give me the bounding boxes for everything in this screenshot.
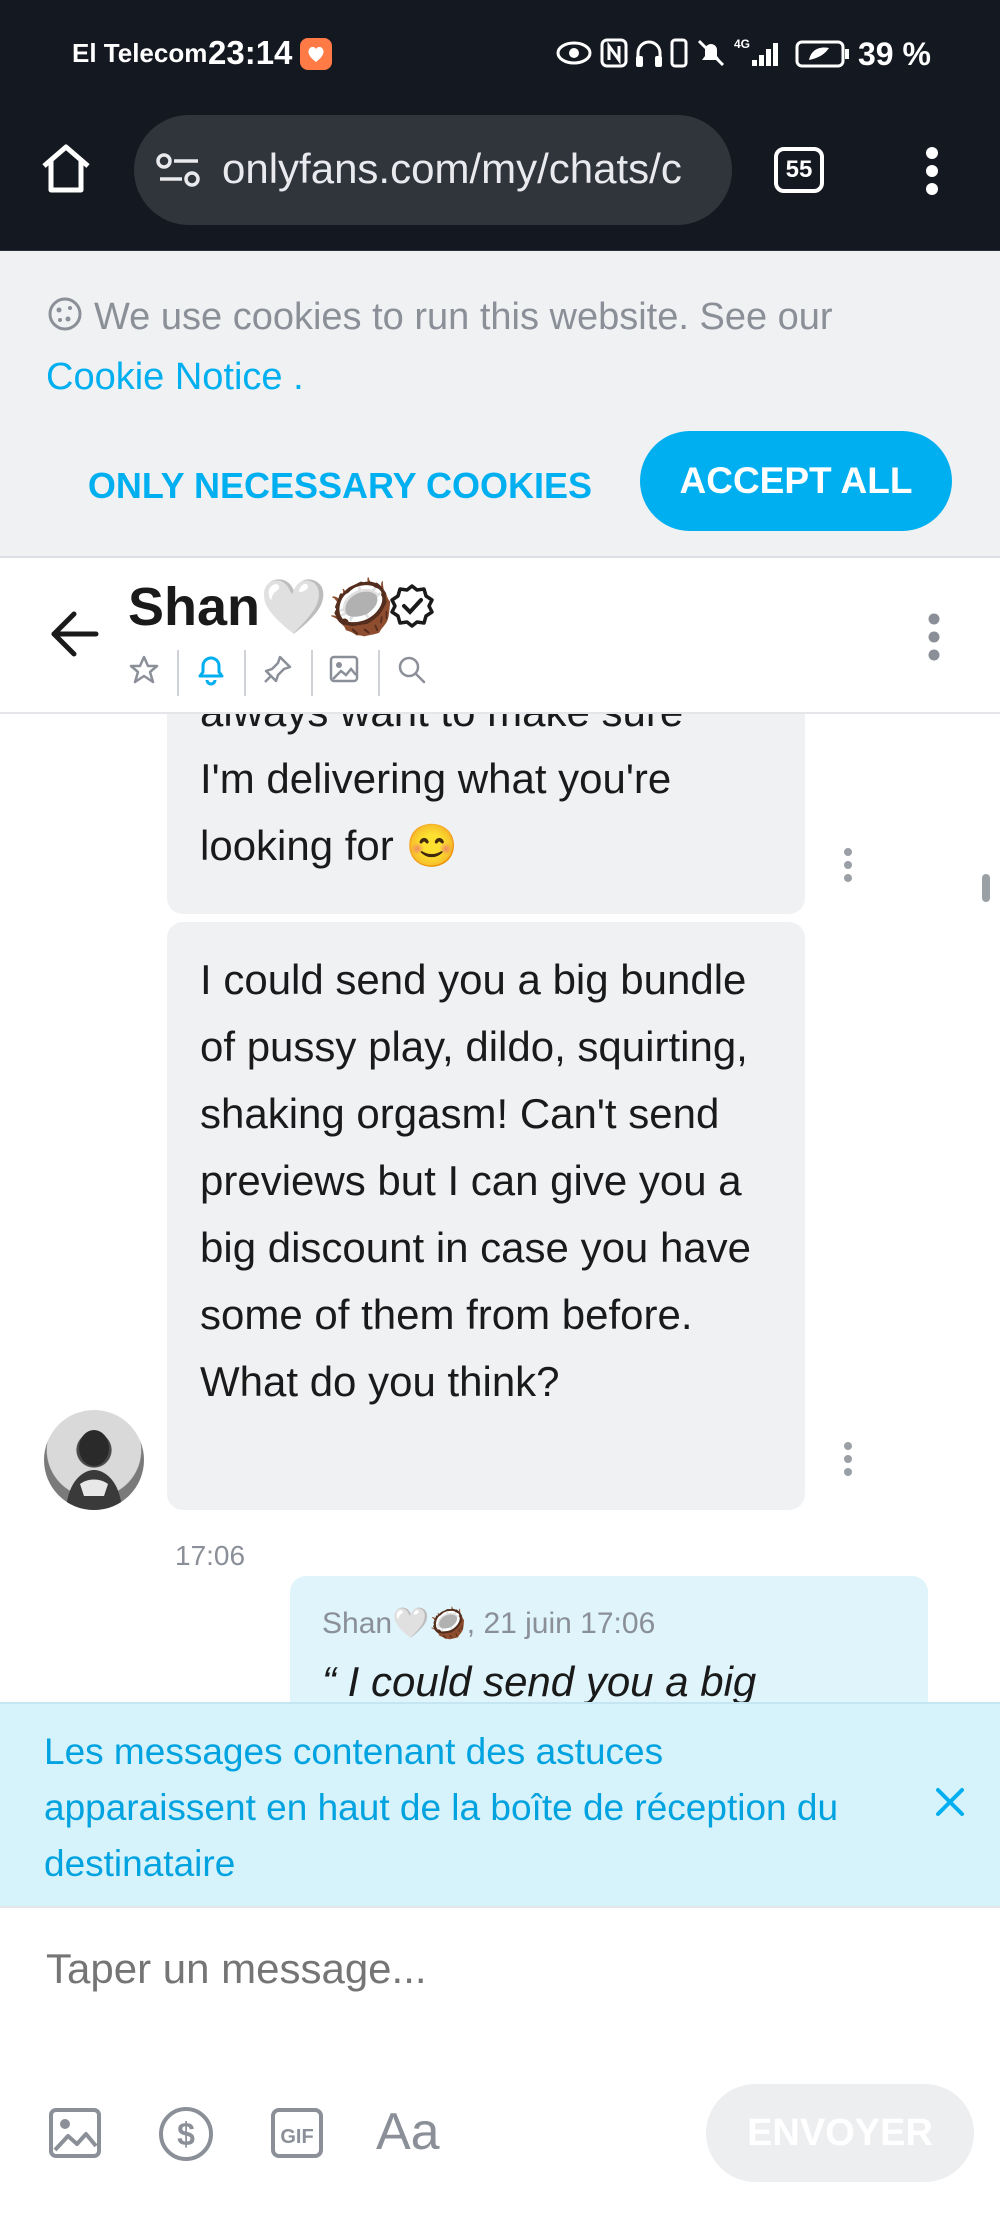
clock: 23:14 bbox=[208, 34, 293, 71]
message-input[interactable] bbox=[44, 1944, 948, 1994]
notification-bell-icon[interactable] bbox=[194, 652, 228, 691]
cookie-icon bbox=[46, 293, 84, 349]
tips-info-text: Les messages contenant des astuces appar… bbox=[44, 1731, 839, 1884]
cookie-text: We use cookies to run this website. See … bbox=[94, 296, 833, 338]
pin-icon[interactable] bbox=[262, 653, 294, 690]
text-format-button[interactable]: Aa bbox=[376, 2102, 440, 2162]
headphones-icon bbox=[634, 38, 664, 73]
svg-text:4G: 4G bbox=[734, 37, 750, 51]
favorite-star-icon[interactable] bbox=[128, 654, 160, 691]
outgoing-reply-bubble[interactable]: Shan🤍🥥, 21 juin 17:06 “ I could send you… bbox=[290, 1576, 928, 1702]
accept-all-cookies-button[interactable]: ACCEPT ALL bbox=[640, 431, 952, 531]
tab-switcher-button[interactable]: 55 bbox=[774, 147, 824, 193]
toolbar-divider bbox=[311, 650, 313, 696]
cookie-message: We use cookies to run this website. See … bbox=[46, 289, 946, 405]
media-gallery-icon[interactable] bbox=[328, 653, 360, 690]
chat-menu-icon[interactable] bbox=[924, 612, 944, 667]
close-icon[interactable] bbox=[934, 1786, 966, 1823]
vibrate-icon bbox=[668, 38, 690, 73]
search-icon[interactable] bbox=[396, 654, 428, 691]
svg-text:GIF: GIF bbox=[280, 2126, 313, 2148]
browser-toolbar: onlyfans.com/my/chats/c 55 bbox=[0, 115, 1000, 252]
message-text-line: always want to make sure bbox=[200, 714, 790, 745]
contact-avatar[interactable] bbox=[44, 1410, 144, 1510]
mute-bell-icon bbox=[696, 38, 726, 73]
notification-app-icon bbox=[300, 38, 332, 75]
status-bar: El Telecom 23:14 4G 39 % bbox=[0, 0, 1000, 115]
battery-percent: 39 % bbox=[858, 36, 931, 72]
only-necessary-cookies-button[interactable]: ONLY NECESSARY COOKIES bbox=[70, 446, 610, 526]
gif-icon[interactable]: GIF bbox=[270, 2106, 324, 2165]
message-options-icon[interactable] bbox=[841, 847, 855, 888]
back-arrow-icon[interactable] bbox=[48, 610, 100, 663]
toolbar-divider bbox=[244, 650, 246, 696]
address-bar[interactable]: onlyfans.com/my/chats/c bbox=[134, 115, 732, 225]
message-thread[interactable]: always want to make sure I'm delivering … bbox=[0, 714, 1000, 1702]
verified-badge-icon bbox=[390, 584, 434, 633]
url-text: onlyfans.com/my/chats/c bbox=[222, 145, 682, 192]
chat-header: Shan🤍🥥 bbox=[0, 558, 1000, 714]
message-timestamp: 17:06 bbox=[175, 1540, 246, 1571]
tip-dollar-icon[interactable]: $ bbox=[157, 2105, 215, 2168]
message-options-icon[interactable] bbox=[841, 1441, 855, 1482]
nfc-icon bbox=[600, 38, 628, 73]
tips-info-banner: Les messages contenant des astuces appar… bbox=[0, 1702, 1000, 1908]
message-text: I could send you a big bundle of pussy p… bbox=[200, 956, 752, 1405]
incoming-message-bubble[interactable]: I could send you a big bundle of pussy p… bbox=[167, 922, 805, 1510]
image-upload-icon[interactable] bbox=[48, 2106, 102, 2165]
scrollbar-thumb[interactable] bbox=[982, 874, 990, 902]
site-settings-icon[interactable] bbox=[156, 151, 202, 194]
battery-icon bbox=[795, 40, 851, 73]
svg-text:$: $ bbox=[177, 2116, 195, 2152]
chat-contact-name[interactable]: Shan🤍🥥 bbox=[128, 576, 395, 639]
quoted-message-meta: Shan🤍🥥, 21 juin 17:06 bbox=[322, 1607, 656, 1640]
cookie-banner: We use cookies to run this website. See … bbox=[0, 251, 1000, 558]
browser-menu-icon[interactable] bbox=[922, 145, 942, 202]
cookie-link-suffix: . bbox=[282, 356, 304, 398]
incoming-message-bubble[interactable]: always want to make sure I'm delivering … bbox=[167, 714, 805, 914]
carrier-label: El Telecom bbox=[72, 38, 208, 68]
message-composer: $ GIF Aa ENVOYER bbox=[0, 1906, 1000, 2214]
quoted-message-text: “ I could send you a big bbox=[322, 1658, 757, 1702]
home-icon[interactable] bbox=[40, 142, 92, 199]
send-button[interactable]: ENVOYER bbox=[706, 2084, 974, 2182]
message-text: I'm delivering what you're looking for 😊 bbox=[200, 755, 672, 869]
eye-icon bbox=[556, 40, 592, 71]
toolbar-divider bbox=[177, 650, 179, 696]
signal-4g-icon: 4G bbox=[734, 36, 782, 73]
cookie-notice-link[interactable]: Cookie Notice bbox=[46, 356, 283, 398]
toolbar-divider bbox=[378, 650, 380, 696]
